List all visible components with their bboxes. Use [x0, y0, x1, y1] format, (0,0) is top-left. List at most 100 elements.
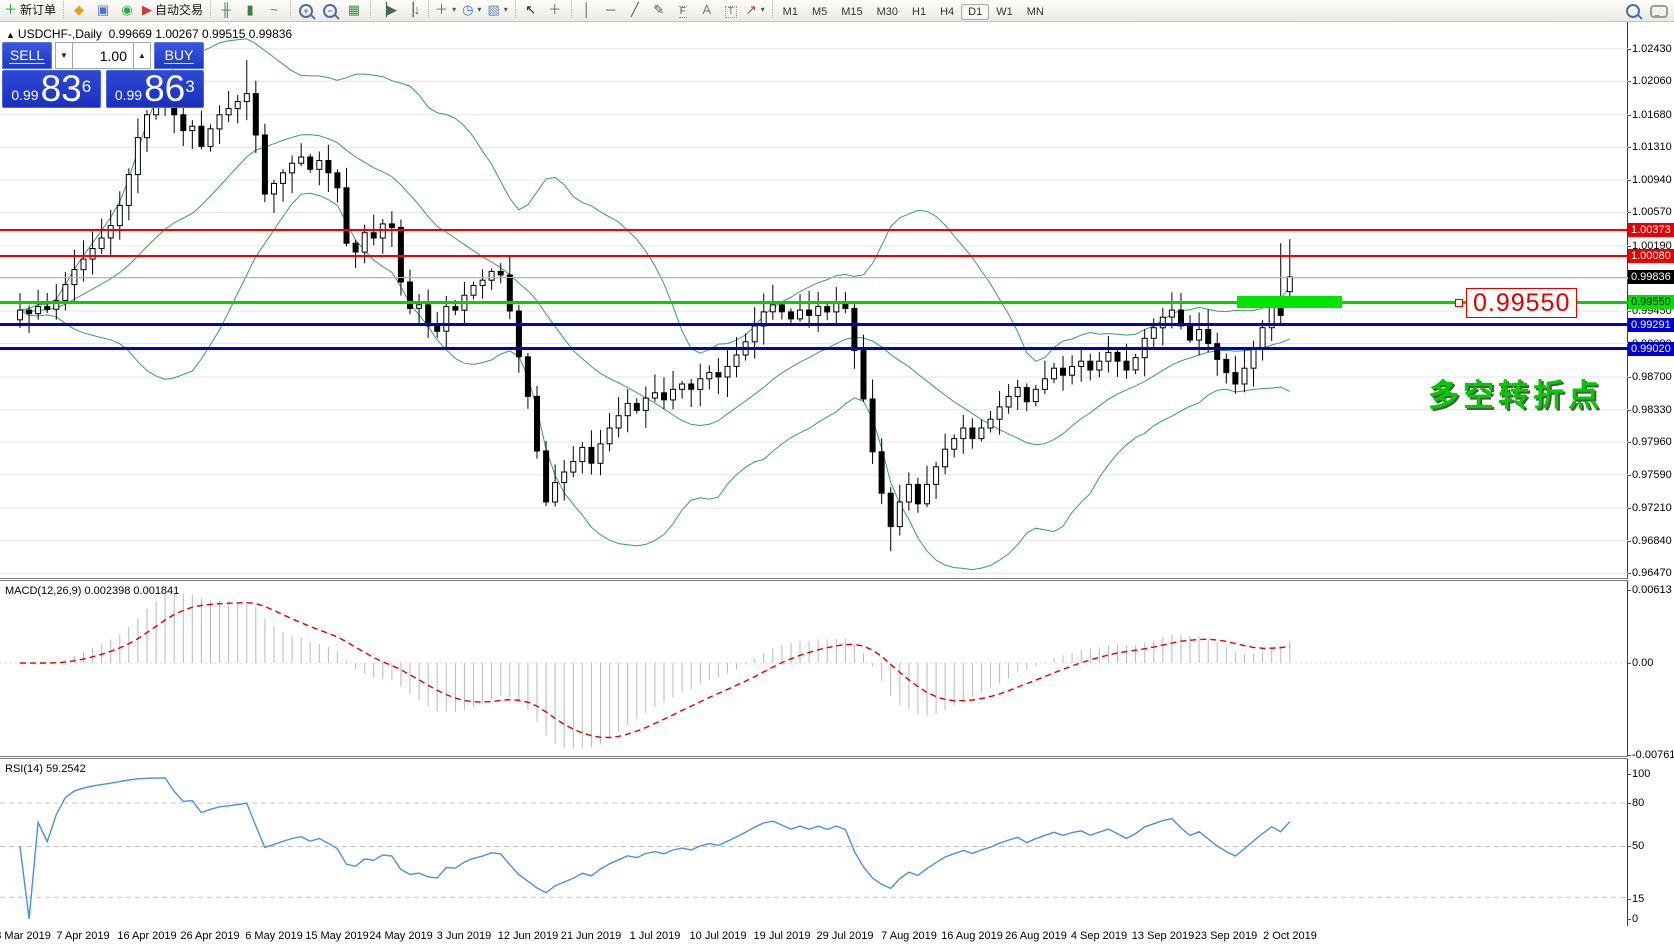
price-tick-label: 1.00940	[1632, 174, 1672, 186]
channel-button[interactable]: ✎	[647, 0, 671, 19]
highlight-zone-rect[interactable]	[1237, 296, 1342, 308]
timeframe-m1[interactable]: M1	[776, 4, 805, 20]
panel-collapse-toggle[interactable]: ▲	[6, 30, 15, 40]
macd-label: MACD(12,26,9) 0.002398 0.001841	[5, 585, 179, 597]
date-tick-label: 16 Apr 2019	[117, 930, 176, 942]
timeframe-m15[interactable]: M15	[834, 4, 869, 20]
metaquotes-icon: ◆	[74, 3, 84, 16]
rsi-tick-label: 50	[1632, 840, 1644, 852]
data-window-button[interactable]: ▕▶	[374, 0, 400, 19]
crosshair-button[interactable]: ＋	[543, 0, 567, 19]
price-callout-label[interactable]: 0.99550	[1466, 288, 1577, 318]
signal-button[interactable]: ◉	[115, 0, 139, 19]
label-icon: T	[725, 6, 737, 18]
toolbar-separator	[428, 1, 429, 18]
price-axis[interactable]: 1.024301.020601.016801.013101.009401.005…	[1628, 22, 1674, 946]
autotrading-button[interactable]: ▶自动交易	[139, 0, 206, 19]
axis-tickmark	[1628, 663, 1631, 664]
axis-tickmark	[1628, 919, 1631, 920]
volume-input[interactable]	[73, 42, 133, 69]
cursor-button[interactable]: ↖	[519, 0, 543, 19]
axis-tickmark	[1628, 774, 1631, 775]
volume-increase-button[interactable]: ▲	[133, 42, 151, 69]
candlestick-chart-button[interactable]: ▮	[238, 0, 262, 19]
profiles-icon: ◷	[462, 3, 473, 16]
market-icon: ▣	[97, 3, 109, 16]
axis-tickmark	[1628, 541, 1631, 542]
navigator-button[interactable]: ▕↓	[400, 0, 424, 19]
zoom-in-button[interactable]: +	[294, 1, 318, 21]
date-tick-label: 15 May 2019	[305, 930, 369, 942]
axis-tickmark	[1628, 212, 1631, 213]
text-button[interactable]: A	[695, 0, 719, 19]
timeframe-h4[interactable]: H4	[933, 4, 961, 20]
price-tick-label: 0.98700	[1632, 371, 1672, 383]
toolbar-separator	[515, 1, 516, 18]
resistance-line-1-badge: 1.00373	[1628, 223, 1674, 237]
timeframe-m30[interactable]: M30	[870, 4, 905, 20]
buy-price-display[interactable]: 0.99863	[106, 70, 205, 108]
zoom-out-button[interactable]: −	[318, 1, 342, 21]
horizontal-line-icon: ─	[606, 3, 615, 16]
label-button[interactable]: T	[719, 2, 743, 22]
volume-decrease-button[interactable]: ▼	[55, 42, 73, 69]
sell-price-display[interactable]: 0.99836	[2, 70, 101, 108]
timeframe-w1[interactable]: W1	[989, 4, 1020, 20]
macd-chart	[0, 581, 1628, 756]
resistance-line-2[interactable]	[0, 255, 1628, 257]
timeframe-m5[interactable]: M5	[805, 4, 834, 20]
date-tick-label: 13 Sep 2019	[1132, 930, 1194, 942]
date-tick-label: 26 Aug 2019	[1005, 930, 1067, 942]
tile-windows-button[interactable]: ▦	[342, 0, 366, 19]
line-chart-button[interactable]: ~	[262, 0, 286, 19]
line-chart-icon: ~	[270, 3, 278, 16]
date-tick-label: 10 Jul 2019	[690, 930, 747, 942]
buy-price-prefix: 0.99	[115, 85, 142, 105]
axis-tickmark	[1628, 180, 1631, 181]
timeframe-d1[interactable]: D1	[961, 4, 989, 20]
toolbar-separator	[571, 1, 572, 18]
resistance-line-1[interactable]	[0, 229, 1628, 231]
date-tick-label: 2 Oct 2019	[1263, 930, 1317, 942]
price-tick-label: 0.98330	[1632, 404, 1672, 416]
bar-chart-button[interactable]: ╫	[214, 0, 238, 19]
arrows-button[interactable]: ↗▾	[743, 0, 768, 19]
new-order-button[interactable]: ＋新订单	[1, 0, 59, 19]
price-tick-label: 1.02430	[1632, 43, 1672, 55]
axis-tickmark	[1628, 311, 1631, 312]
profiles-button[interactable]: ◷▾	[459, 0, 484, 19]
rsi-tick-label: 15	[1632, 893, 1644, 905]
horizontal-line-button[interactable]: ─	[599, 0, 623, 19]
macd-panel[interactable]: MACD(12,26,9) 0.002398 0.001841	[0, 581, 1628, 756]
buy-button[interactable]: BUY	[154, 42, 204, 69]
pivot-annotation-text[interactable]: 多空转折点	[1428, 370, 1603, 415]
trendline-button[interactable]: ╱	[623, 0, 647, 19]
candlestick-chart-icon: ▮	[246, 3, 253, 16]
date-tick-label: 28 Mar 2019	[0, 930, 51, 942]
vertical-line-button[interactable]: │	[575, 0, 599, 19]
date-tick-label: 3 Jun 2019	[437, 930, 491, 942]
support-line-2[interactable]	[0, 347, 1628, 350]
pivot-line[interactable]	[0, 301, 1628, 304]
toolbar-separator	[772, 1, 773, 18]
sell-button[interactable]: SELL	[2, 42, 52, 69]
date-axis[interactable]: 28 Mar 20197 Apr 201916 Apr 201926 Apr 2…	[0, 926, 1674, 946]
axis-tickmark	[1628, 115, 1631, 116]
chat-icon[interactable]	[1650, 5, 1668, 18]
rsi-panel[interactable]: RSI(14) 59.2542	[0, 759, 1628, 926]
timeframe-toolbar: M1M5M15M30H1H4D1W1MN	[776, 2, 1051, 20]
support-line-1[interactable]	[0, 323, 1628, 326]
new-chart-button[interactable]: ＋▾	[432, 0, 459, 19]
template-button[interactable]: ▧▾	[484, 0, 510, 19]
search-icon[interactable]	[1626, 4, 1640, 18]
metaquotes-button[interactable]: ◆	[67, 0, 91, 19]
callout-handle[interactable]	[1455, 299, 1463, 307]
sell-price-sup: 6	[82, 72, 91, 102]
fibonacci-button[interactable]: F	[671, 2, 695, 22]
market-button[interactable]: ▣	[91, 0, 115, 19]
timeframe-mn[interactable]: MN	[1020, 4, 1051, 20]
timeframe-h1[interactable]: H1	[905, 4, 933, 20]
main-chart-panel[interactable]: ▲USDCHF-,Daily 0.99669 1.00267 0.99515 0…	[0, 22, 1628, 578]
axis-tickmark	[1628, 755, 1631, 756]
current-price-line[interactable]	[0, 277, 1628, 278]
